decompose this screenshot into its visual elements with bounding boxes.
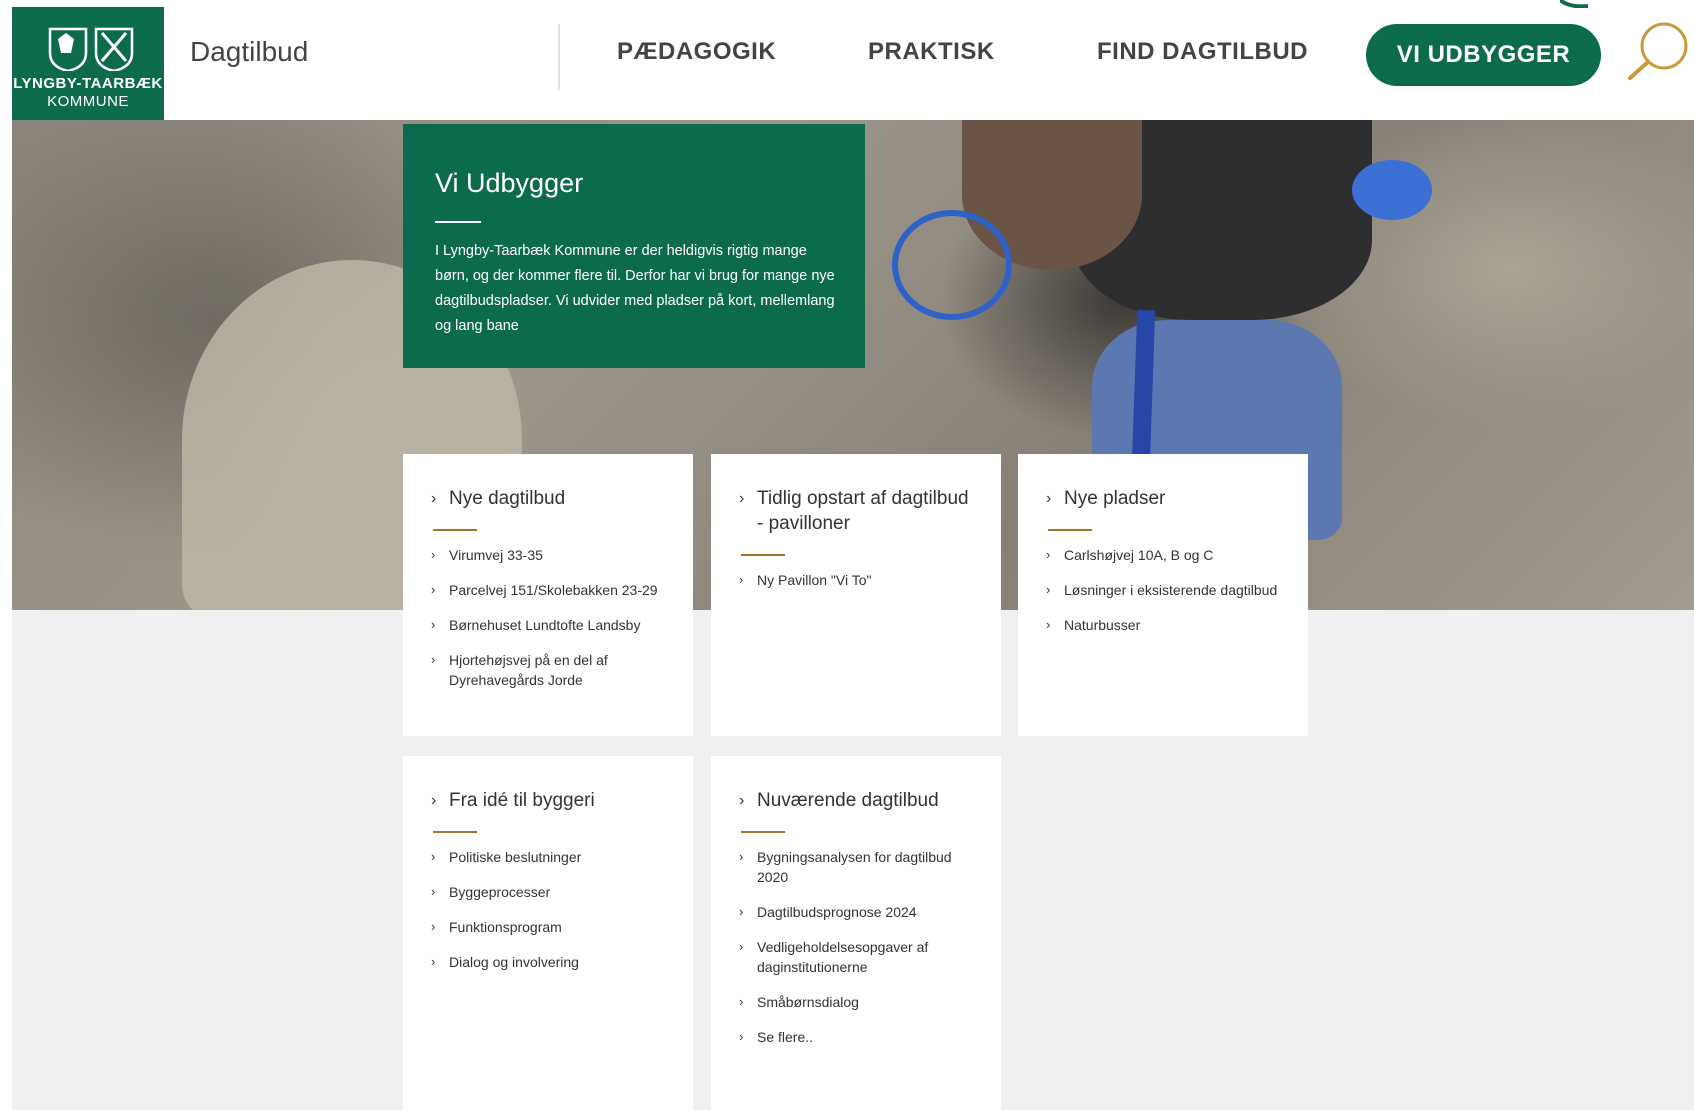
chevron-right-icon: › [739,490,745,507]
card-link[interactable]: › Funktionsprogram [431,917,693,937]
card-link[interactable]: › Byggeprocesser [431,882,693,902]
chevron-right-icon: › [739,994,744,1009]
nav-paedagogik[interactable]: PÆDAGOGIK [617,38,776,66]
chevron-right-icon: › [739,939,744,954]
card-link[interactable]: › Carlshøjvej 10A, B og C [1046,545,1308,565]
card-link[interactable]: › Naturbusser [1046,615,1308,635]
chevron-right-icon: › [1046,547,1051,562]
card-rule [1048,529,1092,531]
chevron-right-icon: › [1046,617,1051,632]
page-title: Vi Udbygger [435,168,584,198]
card-rule [741,831,785,833]
logo-name: LYNGBY-TAARBÆK [13,75,163,92]
chevron-right-icon: › [431,617,436,632]
card-title-link[interactable]: › Fra idé til byggeri [431,788,693,813]
card-link-list: › Politiske beslutninger › Byggeprocesser … [431,847,693,972]
search-icon[interactable] [1624,16,1694,86]
card-link-list: › Carlshøjvej 10A, B og C › Løsninger i ek… [1046,545,1308,635]
card-link-list: › Bygningsanalysen for dagtilbud 2020 › Da… [739,847,1001,1047]
card-title-link[interactable]: › Tidlig opstart af dagtilbud - pavillone… [739,486,1001,536]
card-link[interactable]: › Virumvej 33-35 [431,545,693,565]
card-link[interactable]: › Vedligeholdelsesopgaver af daginstituti… [739,937,1001,977]
chevron-right-icon: › [739,572,744,587]
chevron-right-icon: › [431,792,437,809]
hero-toy-lid [1352,160,1432,220]
card-rule [433,529,477,531]
card-link[interactable]: › Bygningsanalysen for dagtilbud 2020 [739,847,1001,887]
chevron-right-icon: › [431,582,436,597]
card-link[interactable]: › Se flere.. [739,1027,1001,1047]
card-link[interactable]: › Børnehuset Lundtofte Landsby [431,615,693,635]
chevron-right-icon: › [431,547,436,562]
header-divider [558,24,560,90]
intro-text: I Lyngby-Taarbæk Kommune er der heldigvi… [435,243,835,334]
chevron-right-icon: › [431,490,437,507]
card-link[interactable]: › Dialog og involvering [431,952,693,972]
chevron-right-icon: › [431,849,436,864]
card-tidlig-opstart: › Tidlig opstart af dagtilbud - pavillone… [711,454,1001,736]
chevron-right-icon: › [1046,582,1051,597]
card-link[interactable]: › Politiske beslutninger [431,847,693,867]
chevron-right-icon: › [431,652,436,667]
card-link-list: › Virumvej 33-35 › Parcelvej 151/Skolebakk… [431,545,693,690]
card-link[interactable]: › Småbørnsdialog [739,992,1001,1012]
vi-udbygger-button[interactable]: VI UDBYGGER [1366,24,1601,86]
chevron-right-icon: › [739,1029,744,1044]
card-nye-pladser: › Nye pladser › Carlshøjvej 10A, B og C › L… [1018,454,1308,736]
hero-sieve [892,210,1012,320]
card-rule [741,554,785,556]
chevron-right-icon: › [431,954,436,969]
chevron-right-icon: › [1046,490,1052,507]
card-title-link[interactable]: › Nuværende dagtilbud [739,788,1001,813]
card-rule [433,831,477,833]
chevron-right-icon: › [739,849,744,864]
site-header: LYNGBY-TAARBÆK KOMMUNE Dagtilbud PÆDAGOG… [0,0,1694,120]
card-nuvaerende-dagtilbud: › Nuværende dagtilbud › Bygningsanalysen f… [711,756,1001,1110]
site-title[interactable]: Dagtilbud [190,36,308,68]
intro-box: Vi Udbygger I Lyngby-Taarbæk Kommune er … [403,124,865,368]
card-title-link[interactable]: › Nye pladser [1046,486,1308,511]
card-link[interactable]: › Parcelvej 151/Skolebakken 23-29 [431,580,693,600]
municipality-logo[interactable]: LYNGBY-TAARBÆK KOMMUNE [12,7,164,120]
title-rule [435,221,481,223]
decorative-swoosh-icon [1560,0,1589,8]
chevron-right-icon: › [431,884,436,899]
card-link-list: › Ny Pavillon "Vi To" [739,570,1001,590]
card-fra-ide-til-byggeri: › Fra idé til byggeri › Politiske beslutni… [403,756,693,1110]
card-nye-dagtilbud: › Nye dagtilbud › Virumvej 33-35 › Parcelve… [403,454,693,736]
nav-find-dagtilbud[interactable]: FIND DAGTILBUD [1097,38,1308,66]
card-title-link[interactable]: › Nye dagtilbud [431,486,693,511]
chevron-right-icon: › [739,904,744,919]
logo-subname: KOMMUNE [47,93,129,110]
chevron-right-icon: › [739,792,745,809]
card-link[interactable]: › Løsninger i eksisterende dagtilbud [1046,580,1308,600]
card-link[interactable]: › Hjortehøjsvej på en del af Dyrehavegård… [431,650,693,690]
card-link[interactable]: › Ny Pavillon "Vi To" [739,570,1001,590]
chevron-right-icon: › [431,919,436,934]
nav-praktisk[interactable]: PRAKTISK [868,38,995,66]
coat-of-arms-icon [48,27,134,71]
card-link[interactable]: › Dagtilbudsprognose 2024 [739,902,1001,922]
